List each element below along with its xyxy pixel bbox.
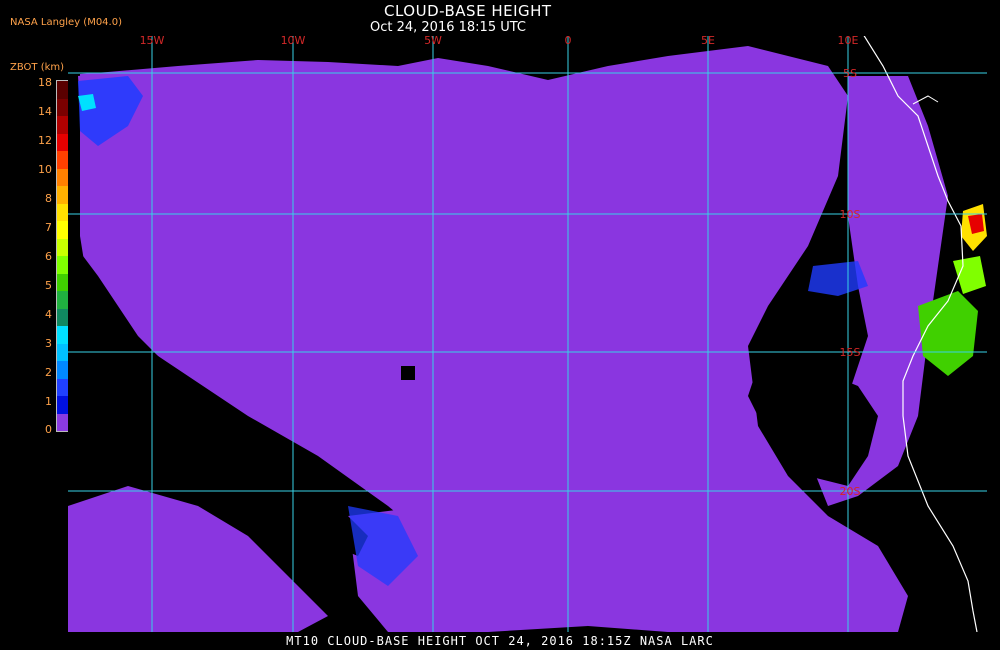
colorbar-tick: 4 — [45, 308, 52, 321]
longitude-label: 5E — [701, 36, 715, 47]
observation-datetime: Oct 24, 2016 18:15 UTC — [370, 20, 526, 35]
colorbar-tick: 10 — [38, 163, 52, 176]
colorbar-tick: 8 — [45, 192, 52, 205]
longitude-label: 5W — [424, 36, 442, 47]
colorbar-tick: 0 — [45, 423, 52, 436]
colorbar-tick: 3 — [45, 337, 52, 350]
latitude-label: 15S — [840, 346, 861, 359]
latitude-label: 20S — [840, 485, 861, 498]
longitude-label: 10W — [281, 36, 306, 47]
colorbar-label: ZBOT (km) — [10, 62, 65, 73]
product-footer: MT10 CLOUD-BASE HEIGHT OCT 24, 2016 18:1… — [286, 634, 714, 648]
cloud-base-height-map-product: CLOUD-BASE HEIGHT Oct 24, 2016 18:15 UTC… — [0, 0, 1000, 650]
colorbar-tick: 18 — [38, 76, 52, 89]
colorbar-tick: 6 — [45, 250, 52, 263]
colorbar-tick: 5 — [45, 279, 52, 292]
latitude-label: 10S — [840, 208, 861, 221]
colorbar-tick: 1 — [45, 395, 52, 408]
latitude-label: 5S — [843, 67, 857, 80]
colorbar-tick: 14 — [38, 105, 52, 118]
clear-sky-patch — [401, 366, 415, 380]
product-title: CLOUD-BASE HEIGHT — [384, 2, 552, 20]
colorbar-tick: 7 — [45, 221, 52, 234]
longitude-label: 15W — [140, 36, 165, 47]
source-credit: NASA Langley (M04.0) — [10, 17, 122, 28]
cloud-map: 15W 10W 5W 0 5E 10E 5S 10S 15S 20S — [68, 36, 987, 632]
longitude-label: 10E — [838, 36, 859, 47]
colorbar-tick: 12 — [38, 134, 52, 147]
longitude-label: 0 — [565, 36, 572, 47]
colorbar-tick: 2 — [45, 366, 52, 379]
